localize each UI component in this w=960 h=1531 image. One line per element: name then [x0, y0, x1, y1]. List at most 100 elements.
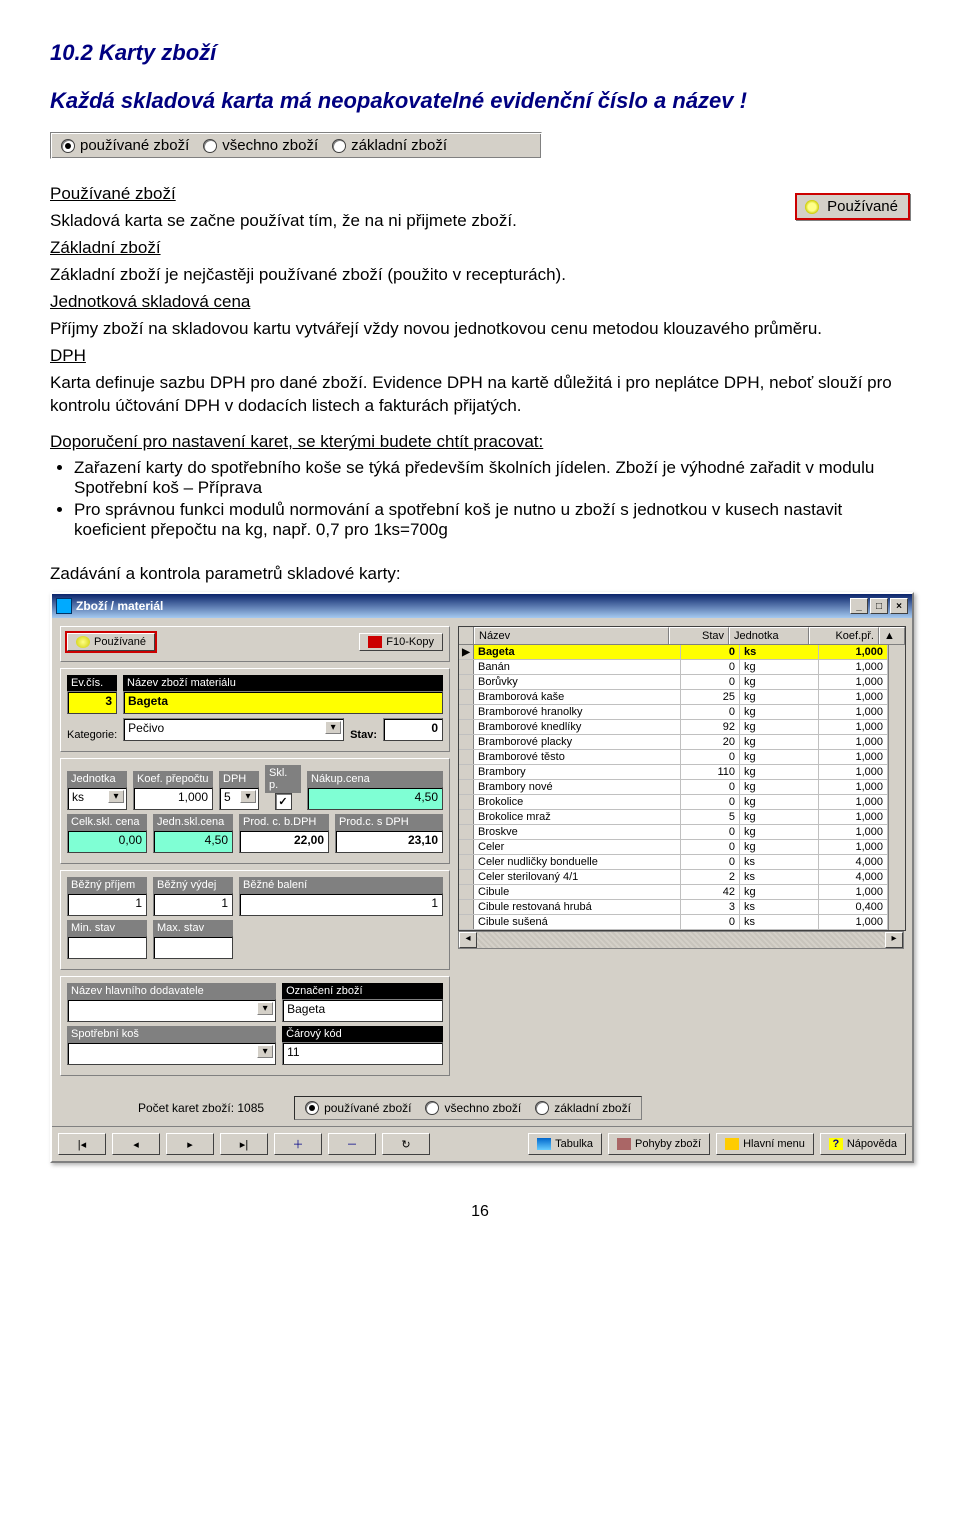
chk-sklp[interactable]	[275, 793, 292, 810]
nav-refresh[interactable]: ↻	[382, 1133, 430, 1155]
cell-koef: 1,000	[819, 660, 888, 674]
radio-used[interactable]: používané zboží	[61, 137, 189, 154]
lbl-dph: DPH	[219, 771, 259, 787]
btn-hlavni[interactable]: Hlavní menu	[716, 1133, 814, 1155]
vertical-scrollbar[interactable]	[888, 645, 905, 930]
cell-nazev: Bramborové těsto	[474, 750, 681, 764]
grid-icon	[537, 1138, 551, 1150]
table-row[interactable]: Bramborová kaše25kg1,000	[459, 690, 888, 705]
btn-tabulka[interactable]: Tabulka	[528, 1133, 602, 1155]
p1-head: Používané zboží	[50, 184, 176, 203]
cell-jednotka: ks	[740, 645, 819, 659]
lbl-nakup: Nákup.cena	[307, 771, 443, 787]
table-row[interactable]: Broskve0kg1,000	[459, 825, 888, 840]
field-evcis[interactable]: 3	[67, 691, 117, 714]
table-row[interactable]: Celer0kg1,000	[459, 840, 888, 855]
field-prodbd[interactable]: 22,00	[239, 830, 329, 853]
table-row[interactable]: Bramborové placky20kg1,000	[459, 735, 888, 750]
table-row[interactable]: Bramborové hranolky0kg1,000	[459, 705, 888, 720]
field-ckod[interactable]: 11	[282, 1042, 443, 1065]
radio-all-label: všechno zboží	[222, 137, 318, 154]
radio-base[interactable]: základní zboží	[332, 137, 447, 154]
field-oznac[interactable]: Bageta	[282, 999, 443, 1022]
nav-next[interactable]: ▸	[166, 1133, 214, 1155]
window-title: Zboží / materiál	[76, 599, 163, 613]
footer-radio-base-label: základní zboží	[554, 1101, 631, 1115]
field-nazev[interactable]: Bageta	[123, 691, 443, 714]
field-dph[interactable]: 5	[219, 787, 259, 810]
field-dodav[interactable]	[67, 999, 276, 1022]
table-row[interactable]: Cibule sušená0ks1,000	[459, 915, 888, 930]
table-row[interactable]: Brokolice0kg1,000	[459, 795, 888, 810]
cell-nazev: Cibule restovaná hrubá	[474, 900, 681, 914]
field-koef[interactable]: 1,000	[133, 787, 213, 810]
table-row[interactable]: Brokolice mraž5kg1,000	[459, 810, 888, 825]
table-row[interactable]: ▶Bageta0ks1,000	[459, 645, 888, 660]
lbl-nazev: Název zboží materiálu	[123, 675, 443, 691]
field-bprij[interactable]: 1	[67, 893, 147, 916]
field-bvyd[interactable]: 1	[153, 893, 233, 916]
th-stav[interactable]: Stav	[669, 627, 729, 644]
nav-prev[interactable]: ◂	[112, 1133, 160, 1155]
cell-koef: 1,000	[819, 765, 888, 779]
used-filter-button[interactable]: Používané	[67, 633, 155, 651]
section-title: 10.2 Karty zboží	[50, 40, 910, 66]
nav-delete[interactable]: －	[328, 1133, 376, 1155]
field-nakup[interactable]: 4,50	[307, 787, 443, 810]
lbl-minst: Min. stav	[67, 920, 147, 936]
nav-first[interactable]: |◂	[58, 1133, 106, 1155]
table-row[interactable]: Bramborové těsto0kg1,000	[459, 750, 888, 765]
cell-nazev: Bramborové placky	[474, 735, 681, 749]
cell-stav: 5	[681, 810, 740, 824]
btn-pohyby-label: Pohyby zboží	[635, 1138, 701, 1150]
table-row[interactable]: Cibule restovaná hrubá3ks0,400	[459, 900, 888, 915]
btn-napoveda[interactable]: ?Nápověda	[820, 1133, 906, 1155]
lbl-celk: Celk.skl. cena	[67, 814, 147, 830]
footer-radio-all[interactable]: všechno zboží	[425, 1101, 521, 1115]
cell-nazev: Celer sterilovaný 4/1	[474, 870, 681, 884]
cell-jednotka: kg	[740, 795, 819, 809]
footer-radio-used-label: používané zboží	[324, 1101, 411, 1115]
nav-last[interactable]: ▸|	[220, 1133, 268, 1155]
table-row[interactable]: Celer sterilovaný 4/12ks4,000	[459, 870, 888, 885]
p4-head: DPH	[50, 346, 86, 365]
field-bbal[interactable]: 1	[239, 893, 443, 916]
radio-all[interactable]: všechno zboží	[203, 137, 318, 154]
cell-stav: 0	[681, 660, 740, 674]
field-minst[interactable]	[67, 936, 147, 959]
lbl-stav: Stav:	[350, 729, 377, 741]
field-jednotka[interactable]: ks	[67, 787, 127, 810]
minimize-button[interactable]: _	[850, 598, 868, 614]
cell-jednotka: kg	[740, 780, 819, 794]
copy-button-label: F10-Kopy	[386, 636, 434, 648]
table-row[interactable]: Brambory nové0kg1,000	[459, 780, 888, 795]
table-row[interactable]: Brambory110kg1,000	[459, 765, 888, 780]
hscroll-left[interactable]: ◂	[459, 932, 477, 948]
table-row[interactable]: Bramborové knedlíky92kg1,000	[459, 720, 888, 735]
lbl-bprij: Běžný příjem	[67, 877, 147, 893]
field-stav: 0	[383, 718, 443, 741]
th-koef[interactable]: Koef.př.	[809, 627, 879, 644]
maximize-button[interactable]: □	[870, 598, 888, 614]
footer-radio-used[interactable]: používané zboží	[305, 1101, 411, 1115]
field-kategorie[interactable]: Pečivo	[123, 718, 344, 741]
table-row[interactable]: Borůvky0kg1,000	[459, 675, 888, 690]
th-scroll-up[interactable]: ▲	[879, 627, 905, 644]
th-nazev[interactable]: Název	[474, 627, 669, 644]
footer-radio-base[interactable]: základní zboží	[535, 1101, 631, 1115]
table-row[interactable]: Cibule42kg1,000	[459, 885, 888, 900]
table-row[interactable]: Celer nudličky bonduelle0ks4,000	[459, 855, 888, 870]
field-spkos[interactable]	[67, 1042, 276, 1065]
nav-add[interactable]: ＋	[274, 1133, 322, 1155]
field-maxst[interactable]	[153, 936, 233, 959]
cell-stav: 92	[681, 720, 740, 734]
copy-button[interactable]: F10-Kopy	[359, 633, 443, 651]
close-button[interactable]: ×	[890, 598, 908, 614]
th-jednotka[interactable]: Jednotka	[729, 627, 809, 644]
cell-nazev: Bramborové knedlíky	[474, 720, 681, 734]
table-row[interactable]: Banán0kg1,000	[459, 660, 888, 675]
btn-pohyby[interactable]: Pohyby zboží	[608, 1133, 710, 1155]
field-prodsd[interactable]: 23,10	[335, 830, 443, 853]
horizontal-scrollbar[interactable]: ◂ ▸	[458, 931, 904, 949]
hscroll-right[interactable]: ▸	[885, 932, 903, 948]
